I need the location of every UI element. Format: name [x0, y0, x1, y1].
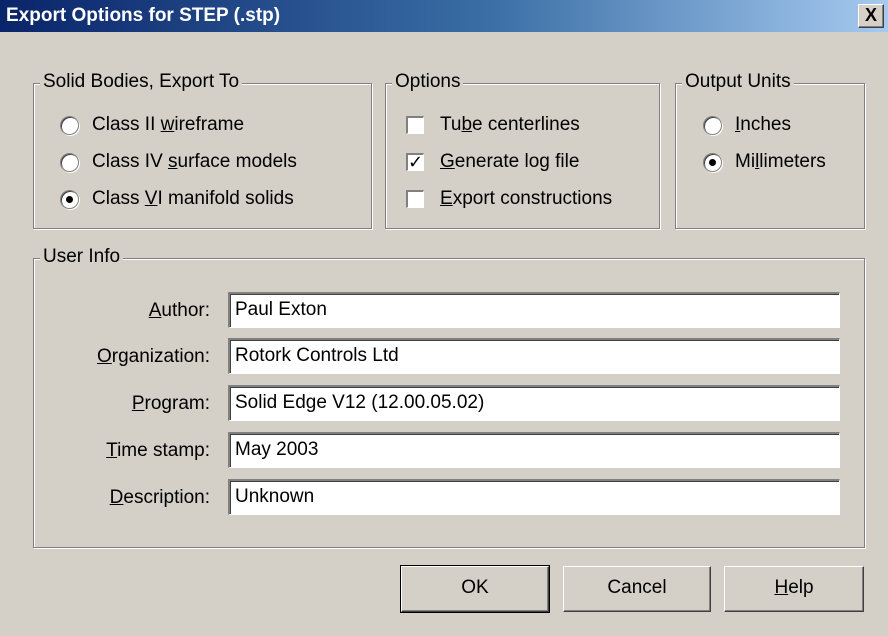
description-label: Description: — [109, 487, 210, 508]
checkbox-tube-centerlines[interactable]: Tube centerlines — [406, 112, 580, 138]
solid-bodies-legend: Solid Bodies, Export To — [40, 71, 243, 93]
radio-button[interactable] — [60, 152, 79, 172]
radio-button[interactable] — [60, 115, 79, 135]
description-input[interactable]: Unknown — [228, 479, 840, 515]
options-legend: Options — [392, 71, 464, 93]
radio-class-iv-surface-models[interactable]: Class IV surface models — [60, 149, 297, 175]
program-input[interactable]: Solid Edge V12 (12.00.05.02) — [228, 385, 840, 421]
option-label: Millimeters — [735, 151, 826, 172]
checkbox-generate-log-file[interactable]: ✓ Generate log file — [406, 149, 579, 175]
option-label: Class VI manifold solids — [92, 188, 294, 209]
radio-button-selected[interactable] — [60, 189, 79, 209]
radio-millimeters[interactable]: Millimeters — [703, 149, 826, 175]
organization-label: Organization: — [96, 346, 210, 367]
radio-dot-icon — [66, 195, 73, 203]
radio-button[interactable] — [703, 115, 722, 135]
export-options-dialog: Export Options for STEP (.stp) X Solid B… — [0, 0, 888, 636]
program-label: Program: — [131, 393, 210, 414]
window-title: Export Options for STEP (.stp) — [6, 5, 281, 26]
checkmark-icon: ✓ — [408, 152, 424, 172]
checkbox-checked[interactable]: ✓ — [406, 153, 424, 171]
time-stamp-input[interactable]: May 2003 — [228, 432, 840, 468]
user-info-legend: User Info — [40, 246, 124, 268]
time-stamp-label: Time stamp: — [106, 440, 210, 461]
radio-button-selected[interactable] — [703, 152, 722, 172]
option-label: Class IV surface models — [92, 151, 297, 172]
radio-inches[interactable]: Inches — [703, 112, 791, 138]
checkbox[interactable] — [406, 116, 424, 134]
option-label: Generate log file — [440, 151, 580, 172]
cancel-button[interactable]: Cancel — [563, 566, 711, 612]
option-label: Inches — [735, 114, 791, 135]
close-icon: X — [864, 5, 877, 25]
option-label: Class II wireframe — [92, 114, 245, 135]
help-button[interactable]: Help — [724, 566, 864, 612]
author-label: Author: — [148, 300, 210, 321]
option-label: Export constructions — [440, 188, 613, 209]
output-units-legend: Output Units — [682, 71, 794, 93]
checkbox-export-constructions[interactable]: Export constructions — [406, 186, 612, 212]
radio-dot-icon — [709, 158, 716, 166]
close-button[interactable]: X — [858, 4, 884, 28]
organization-input[interactable]: Rotork Controls Ltd — [228, 338, 840, 374]
author-input[interactable]: Paul Exton — [228, 292, 840, 328]
radio-class-vi-manifold-solids[interactable]: Class VI manifold solids — [60, 186, 294, 212]
option-label: Tube centerlines — [440, 114, 580, 135]
ok-button[interactable]: OK — [400, 565, 550, 613]
radio-class-ii-wireframe[interactable]: Class II wireframe — [60, 112, 244, 138]
title-bar[interactable]: Export Options for STEP (.stp) X — [0, 0, 888, 32]
checkbox[interactable] — [406, 190, 424, 208]
